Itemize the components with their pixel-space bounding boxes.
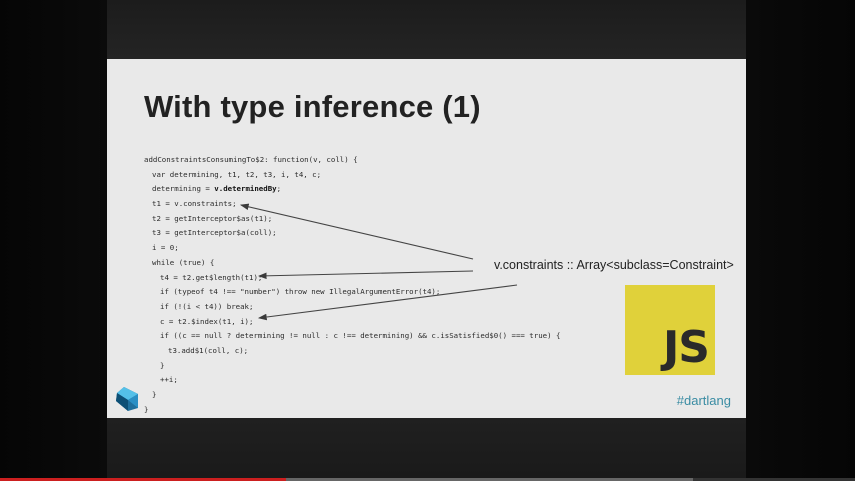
player-letterbox-top [107,0,746,59]
arrow-to-t1 [239,203,474,260]
js-logo-icon: JS [625,285,715,375]
arrow-to-t4-length [257,270,474,280]
video-player[interactable]: With type inference (1) addConstraintsCo… [0,0,855,481]
player-letterbox-bottom [107,418,746,478]
js-logo-text: JS [662,322,710,373]
presentation-slide: With type inference (1) addConstraintsCo… [107,59,746,418]
arrow-to-index [257,284,518,321]
dart-logo-icon [116,387,138,411]
hashtag-dartlang: #dartlang [676,393,731,408]
type-annotation: v.constraints :: Array<subclass=Constrai… [494,258,734,272]
